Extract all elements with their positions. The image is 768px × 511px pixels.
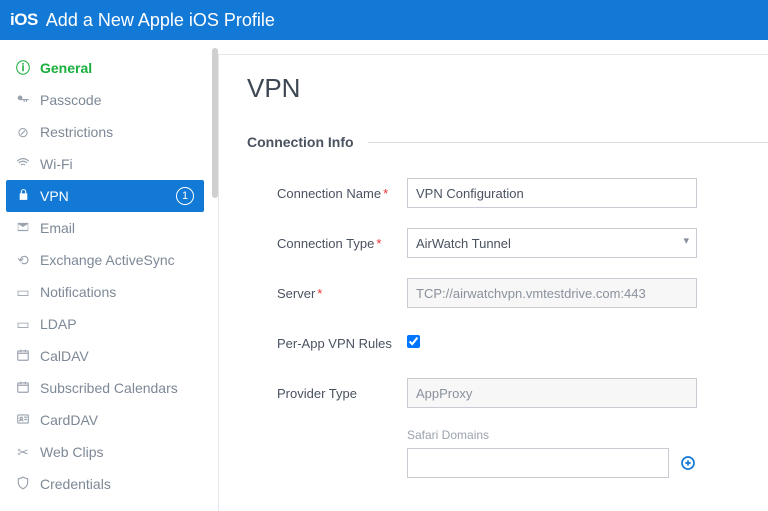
count-badge: 1	[176, 187, 194, 205]
sidebar-item-general[interactable]: ⓘ General	[0, 52, 210, 84]
sidebar-item-ldap[interactable]: ▭ LDAP	[0, 308, 210, 340]
sidebar-item-label: Passcode	[40, 92, 101, 108]
per-app-checkbox[interactable]	[407, 335, 420, 348]
lock-icon	[14, 188, 32, 204]
section-title: Connection Info	[247, 134, 354, 150]
email-icon	[14, 220, 32, 237]
sidebar-item-scep[interactable]: ↔ SCEP	[0, 500, 210, 511]
scissors-icon: ✂	[14, 444, 32, 461]
sidebar-item-caldav[interactable]: CalDAV	[0, 340, 210, 372]
scrollbar[interactable]	[212, 48, 218, 198]
safari-domain-input[interactable]	[407, 448, 669, 478]
label-connection-name: Connection Name*	[247, 186, 407, 201]
directory-icon: ▭	[14, 316, 32, 333]
sidebar-item-label: CardDAV	[40, 412, 98, 428]
key-icon	[14, 92, 32, 109]
no-entry-icon: ⊘	[14, 124, 32, 141]
server-input[interactable]	[407, 278, 697, 308]
sidebar-item-label: LDAP	[40, 316, 77, 332]
ios-logo: iOS	[10, 10, 38, 30]
sync-icon: ⟲	[14, 252, 32, 269]
wifi-icon	[14, 156, 32, 173]
sidebar-item-label: Restrictions	[40, 124, 113, 140]
sidebar-item-exchange[interactable]: ⟲ Exchange ActiveSync	[0, 244, 210, 276]
sidebar-item-wifi[interactable]: Wi-Fi	[0, 148, 210, 180]
add-domain-button[interactable]	[679, 453, 697, 473]
sidebar-item-label: Notifications	[40, 284, 116, 300]
shield-icon	[14, 476, 32, 493]
sidebar-item-label: Credentials	[40, 476, 111, 492]
sidebar-item-label: Exchange ActiveSync	[40, 252, 175, 268]
connection-type-select[interactable]: AirWatch Tunnel	[407, 228, 697, 258]
safari-domains-label: Safari Domains	[407, 428, 697, 442]
sidebar-item-email[interactable]: Email	[0, 212, 210, 244]
connection-name-input[interactable]	[407, 178, 697, 208]
calendar-icon	[14, 348, 32, 365]
sidebar-item-label: CalDAV	[40, 348, 89, 364]
label-connection-type: Connection Type*	[247, 236, 407, 251]
label-provider-type: Provider Type	[247, 386, 407, 401]
sidebar-item-label: Web Clips	[40, 444, 104, 460]
contact-icon	[14, 412, 32, 429]
main-panel: VPN Connection Info Connection Name* Con…	[218, 54, 768, 511]
notification-icon: ▭	[14, 284, 32, 301]
sidebar-item-label: Email	[40, 220, 75, 236]
provider-type-input[interactable]	[407, 378, 697, 408]
sidebar-item-vpn[interactable]: VPN 1	[6, 180, 204, 212]
header: iOS Add a New Apple iOS Profile	[0, 0, 768, 40]
sidebar-item-subscribed-calendars[interactable]: Subscribed Calendars	[0, 372, 210, 404]
sidebar-item-credentials[interactable]: Credentials	[0, 468, 210, 500]
sidebar-item-label: General	[40, 60, 92, 76]
sidebar-item-carddav[interactable]: CardDAV	[0, 404, 210, 436]
page-title: VPN	[247, 73, 768, 104]
sidebar-item-label: Wi-Fi	[40, 156, 73, 172]
page-title-header: Add a New Apple iOS Profile	[46, 10, 275, 31]
sidebar: ⓘ General Passcode ⊘ Restrictions Wi-Fi	[0, 40, 210, 511]
info-icon: ⓘ	[14, 58, 32, 78]
label-server: Server*	[247, 286, 407, 301]
sidebar-item-passcode[interactable]: Passcode	[0, 84, 210, 116]
sidebar-item-label: Subscribed Calendars	[40, 380, 178, 396]
sidebar-item-webclips[interactable]: ✂ Web Clips	[0, 436, 210, 468]
sidebar-item-restrictions[interactable]: ⊘ Restrictions	[0, 116, 210, 148]
divider	[368, 142, 768, 143]
sidebar-item-label: VPN	[40, 188, 69, 204]
calendar-icon	[14, 380, 32, 397]
sidebar-item-notifications[interactable]: ▭ Notifications	[0, 276, 210, 308]
label-per-app: Per-App VPN Rules	[247, 336, 407, 351]
section-header: Connection Info	[247, 134, 768, 150]
